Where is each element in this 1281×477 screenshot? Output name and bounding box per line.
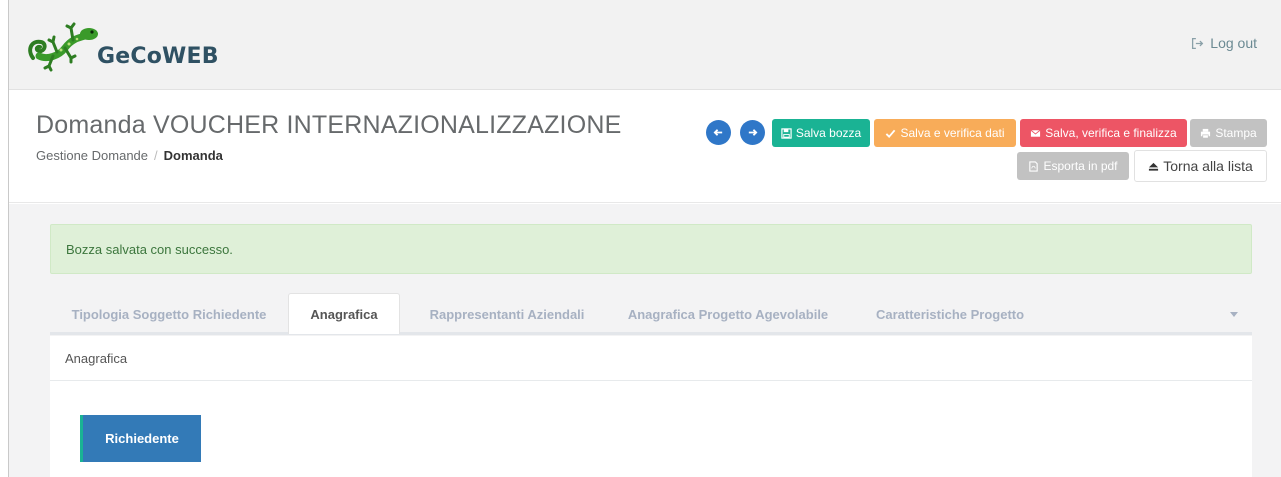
- torna-lista-label: Torna alla lista: [1163, 158, 1253, 174]
- brand-name: GeCoWEB: [97, 44, 219, 69]
- esporta-pdf-button[interactable]: Esporta in pdf: [1017, 152, 1129, 180]
- breadcrumb-item-gestione-domande[interactable]: Gestione Domande: [36, 148, 148, 163]
- alert-message: Bozza salvata con successo.: [66, 241, 233, 257]
- top-navbar: GeCoWEB Log out: [9, 0, 1281, 90]
- salva-verifica-label: Salva e verifica dati: [900, 126, 1005, 140]
- logout-link[interactable]: Log out: [1191, 35, 1257, 51]
- next-button[interactable]: [740, 120, 765, 145]
- tab-caratteristiche-progetto[interactable]: Caratteristiche Progetto: [856, 293, 1044, 335]
- richiedente-button[interactable]: Richiedente: [80, 415, 201, 462]
- previous-button[interactable]: [706, 120, 731, 145]
- salva-finalizza-button[interactable]: Salva, verifica e finalizza: [1020, 119, 1187, 147]
- stampa-label: Stampa: [1215, 126, 1257, 140]
- salva-verifica-button[interactable]: Salva e verifica dati: [874, 119, 1016, 147]
- page-title: Domanda VOUCHER INTERNAZIONALIZZAZIONE: [36, 111, 622, 139]
- breadcrumb-separator: /: [154, 148, 158, 163]
- breadcrumb-item-domanda: Domanda: [163, 148, 223, 163]
- envelope-icon: [1030, 129, 1041, 137]
- arrow-right-icon: [748, 129, 758, 136]
- panel-title: Anagrafica: [50, 336, 1252, 381]
- sign-out-icon: [1192, 37, 1204, 49]
- stampa-button[interactable]: Stampa: [1190, 119, 1267, 147]
- salva-bozza-label: Salva bozza: [795, 126, 862, 140]
- floppy-disk-icon: [781, 127, 792, 139]
- logout-label: Log out: [1210, 35, 1257, 51]
- eject-icon: [1149, 162, 1159, 171]
- torna-lista-button[interactable]: Torna alla lista: [1134, 150, 1267, 182]
- success-alert: Bozza salvata con successo.: [50, 224, 1252, 274]
- breadcrumb: Gestione Domande / Domanda: [36, 148, 223, 163]
- gecko-logo-icon: [28, 22, 98, 72]
- pdf-file-icon: [1029, 160, 1039, 172]
- salva-bozza-button[interactable]: Salva bozza: [772, 119, 870, 147]
- tab-rappresentanti-aziendali[interactable]: Rappresentanti Aziendali: [417, 293, 597, 335]
- salva-finalizza-label: Salva, verifica e finalizza: [1045, 126, 1177, 140]
- tab-bar: Tipologia Soggetto Richiedente Anagrafic…: [50, 293, 1252, 335]
- tab-anagrafica-progetto-agevolabile[interactable]: Anagrafica Progetto Agevolabile: [618, 293, 838, 335]
- check-icon: [886, 129, 896, 138]
- page-header: Domanda VOUCHER INTERNAZIONALIZZAZIONE G…: [9, 91, 1281, 203]
- arrow-left-icon: [713, 129, 723, 136]
- esporta-pdf-label: Esporta in pdf: [1043, 159, 1118, 173]
- content-area: Bozza salvata con successo. Tipologia So…: [9, 204, 1281, 477]
- tabs-dropdown-caret-icon[interactable]: [1230, 312, 1238, 317]
- print-icon: [1201, 128, 1211, 138]
- anagrafica-panel: Anagrafica Richiedente: [50, 336, 1252, 477]
- tab-tipologia-soggetto-richiedente[interactable]: Tipologia Soggetto Richiedente: [50, 293, 288, 335]
- tab-anagrafica[interactable]: Anagrafica: [288, 293, 400, 334]
